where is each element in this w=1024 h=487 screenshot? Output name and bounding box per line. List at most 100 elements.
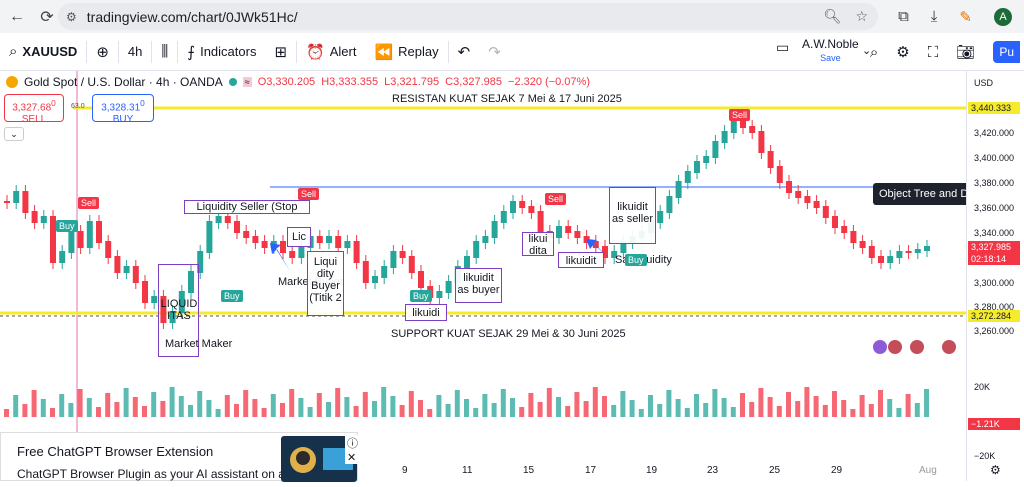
- volume-bar: [77, 389, 83, 417]
- replay-label: Replay: [398, 44, 439, 59]
- collapse-legend-chevron-icon[interactable]: ⌄: [4, 127, 24, 141]
- interval-button[interactable]: 4h: [119, 33, 151, 71]
- candle-body: [298, 246, 305, 258]
- volume-bar: [326, 402, 331, 417]
- redo-button[interactable]: ↷: [479, 33, 510, 71]
- ad-banner[interactable]: Free ChatGPT Browser Extension ChatGPT B…: [0, 432, 360, 482]
- replay-button[interactable]: ⏪ Replay: [365, 33, 447, 71]
- buy-price: 3,328.31: [101, 102, 141, 114]
- symbol-search[interactable]: ⌕ XAUUSD: [0, 33, 86, 71]
- address-bar[interactable]: ⚙ tradingview.com/chart/0JWk51Hc/ 🔍︎ ☆: [58, 3, 878, 30]
- ad-subtitle[interactable]: ChatGPT Browser Plugin as your AI assist…: [17, 467, 298, 481]
- redo-icon: ↷: [488, 43, 501, 61]
- ad-title[interactable]: Free ChatGPT Browser Extension: [17, 444, 213, 459]
- pink-indicator-icon[interactable]: ≈: [242, 77, 252, 87]
- browser-toolbar: ← ⟳ ⚙ tradingview.com/chart/0JWk51Hc/ 🔍︎…: [0, 0, 1024, 33]
- price-label: 3,420.000: [974, 128, 1015, 138]
- volume-bar: [519, 407, 525, 417]
- alert-label: Alert: [329, 44, 357, 59]
- volume-bar: [878, 390, 883, 417]
- volume-bar: [804, 387, 810, 417]
- volume-bar: [629, 400, 635, 417]
- quick-search-icon[interactable]: ⌕: [870, 44, 878, 61]
- lic-box[interactable]: Lic: [287, 227, 311, 247]
- volume-bar: [344, 397, 350, 417]
- candle-body: [224, 216, 231, 223]
- likuidit-box[interactable]: likuidit: [558, 252, 604, 268]
- volume-bar: [850, 409, 856, 417]
- profile-avatar[interactable]: A: [994, 7, 1012, 26]
- currency-label[interactable]: USD: [974, 78, 993, 88]
- market-status-icon[interactable]: [228, 78, 237, 86]
- compare-button[interactable]: ⊕: [87, 33, 118, 71]
- volume-bar: [31, 390, 37, 417]
- chart-layout-icon: ▭: [776, 39, 790, 55]
- volume-bar: [372, 401, 377, 417]
- liquiditas-text[interactable]: LIQUID ITAS: [160, 298, 198, 322]
- timezone-settings-icon[interactable]: ⚙: [990, 463, 1001, 477]
- ad-close-icon[interactable]: ⓘ ✕: [345, 435, 360, 464]
- legend-title[interactable]: Gold Spot / U.S. Dollar · 4h · OANDA: [24, 75, 223, 89]
- likuidit-as-buyer-box[interactable]: likuidit as buyer: [455, 268, 502, 303]
- pen-icon[interactable]: ✎: [959, 8, 972, 26]
- undo-button[interactable]: ↶: [449, 33, 480, 71]
- settings-gear-icon[interactable]: ⚙: [896, 43, 909, 61]
- volume-bar: [638, 409, 644, 417]
- ohlc-open: O3,330.205: [257, 76, 316, 88]
- candle-body: [234, 221, 240, 233]
- candle-body: [850, 231, 857, 243]
- layout-user-name: A.W.Noble: [802, 37, 859, 51]
- candle-body: [105, 241, 112, 258]
- likui-dita-box[interactable]: likui dita: [522, 232, 554, 257]
- volume-bar: [822, 405, 828, 417]
- volume-bar: [795, 401, 801, 417]
- buy-order-button[interactable]: 3,328.310 BUY: [92, 94, 154, 125]
- download-icon[interactable]: ⤓: [931, 8, 938, 25]
- candle-body: [832, 216, 838, 228]
- volume-bar: [464, 399, 469, 417]
- candle-body: [868, 246, 875, 258]
- volume-bar: [206, 400, 212, 417]
- camera-icon[interactable]: 📷︎: [956, 43, 975, 61]
- candle-body: [418, 271, 424, 288]
- time-label: 9: [402, 465, 408, 476]
- volume-bar: [436, 395, 442, 417]
- likuidi-box[interactable]: likuidi: [405, 304, 447, 321]
- buy-signal: Buy: [625, 254, 647, 266]
- candle-body: [657, 211, 664, 223]
- volume-bar: [390, 396, 396, 417]
- indicators-label: Indicators: [200, 44, 257, 59]
- event-marker-4: [942, 340, 956, 354]
- candle-body: [924, 246, 930, 251]
- indicators-button[interactable]: ⨍ Indicators: [178, 33, 265, 71]
- volume-bar: [215, 409, 221, 417]
- resistance-text[interactable]: RESISTAN KUAT SEJAK 7 Mei & 17 Juni 2025: [392, 93, 622, 105]
- likuidit-as-seller-box[interactable]: likuidit as seller: [609, 187, 656, 244]
- volume-bar: [142, 406, 147, 417]
- sell-order-button[interactable]: 3,327.680 SELL: [4, 94, 64, 125]
- bookmark-star-icon[interactable]: ☆: [855, 8, 868, 25]
- alert-button[interactable]: ⏰ Alert: [297, 33, 365, 71]
- templates-button[interactable]: ⊞: [265, 33, 296, 71]
- ohlc-high: H3,333.355: [321, 76, 379, 88]
- publish-button[interactable]: Pu: [993, 41, 1020, 63]
- liquidity-seller-stop-box[interactable]: Liquidity Seller (Stop: [184, 200, 310, 214]
- extensions-icon[interactable]: ⧉: [898, 8, 909, 25]
- rewind-icon: ⏪: [374, 43, 394, 61]
- layout-name-button[interactable]: ▭ A.W.Noble Save: [776, 37, 859, 65]
- candle-body: [887, 256, 894, 263]
- candle-body: [142, 281, 148, 303]
- liquidity-buyer-box[interactable]: Liqui dity Buyer (Titik 2: [307, 251, 344, 316]
- market-maker-text[interactable]: Market Maker: [165, 338, 232, 350]
- volume-bar: [280, 403, 285, 417]
- support-text[interactable]: SUPPORT KUAT SEJAK 29 Mei & 30 Juni 2025: [391, 328, 626, 340]
- fullscreen-icon[interactable]: ⛶: [928, 44, 939, 61]
- chart-type-button[interactable]: ⫼: [152, 33, 177, 71]
- site-info-icon[interactable]: ⚙: [66, 10, 77, 24]
- back-icon[interactable]: ←: [2, 2, 32, 32]
- time-label: 25: [769, 465, 781, 476]
- volume-bar: [399, 405, 405, 417]
- volume-bar: [776, 406, 782, 417]
- sell-signal: Sell: [298, 188, 320, 200]
- zoom-icon[interactable]: 🔍︎: [824, 8, 842, 25]
